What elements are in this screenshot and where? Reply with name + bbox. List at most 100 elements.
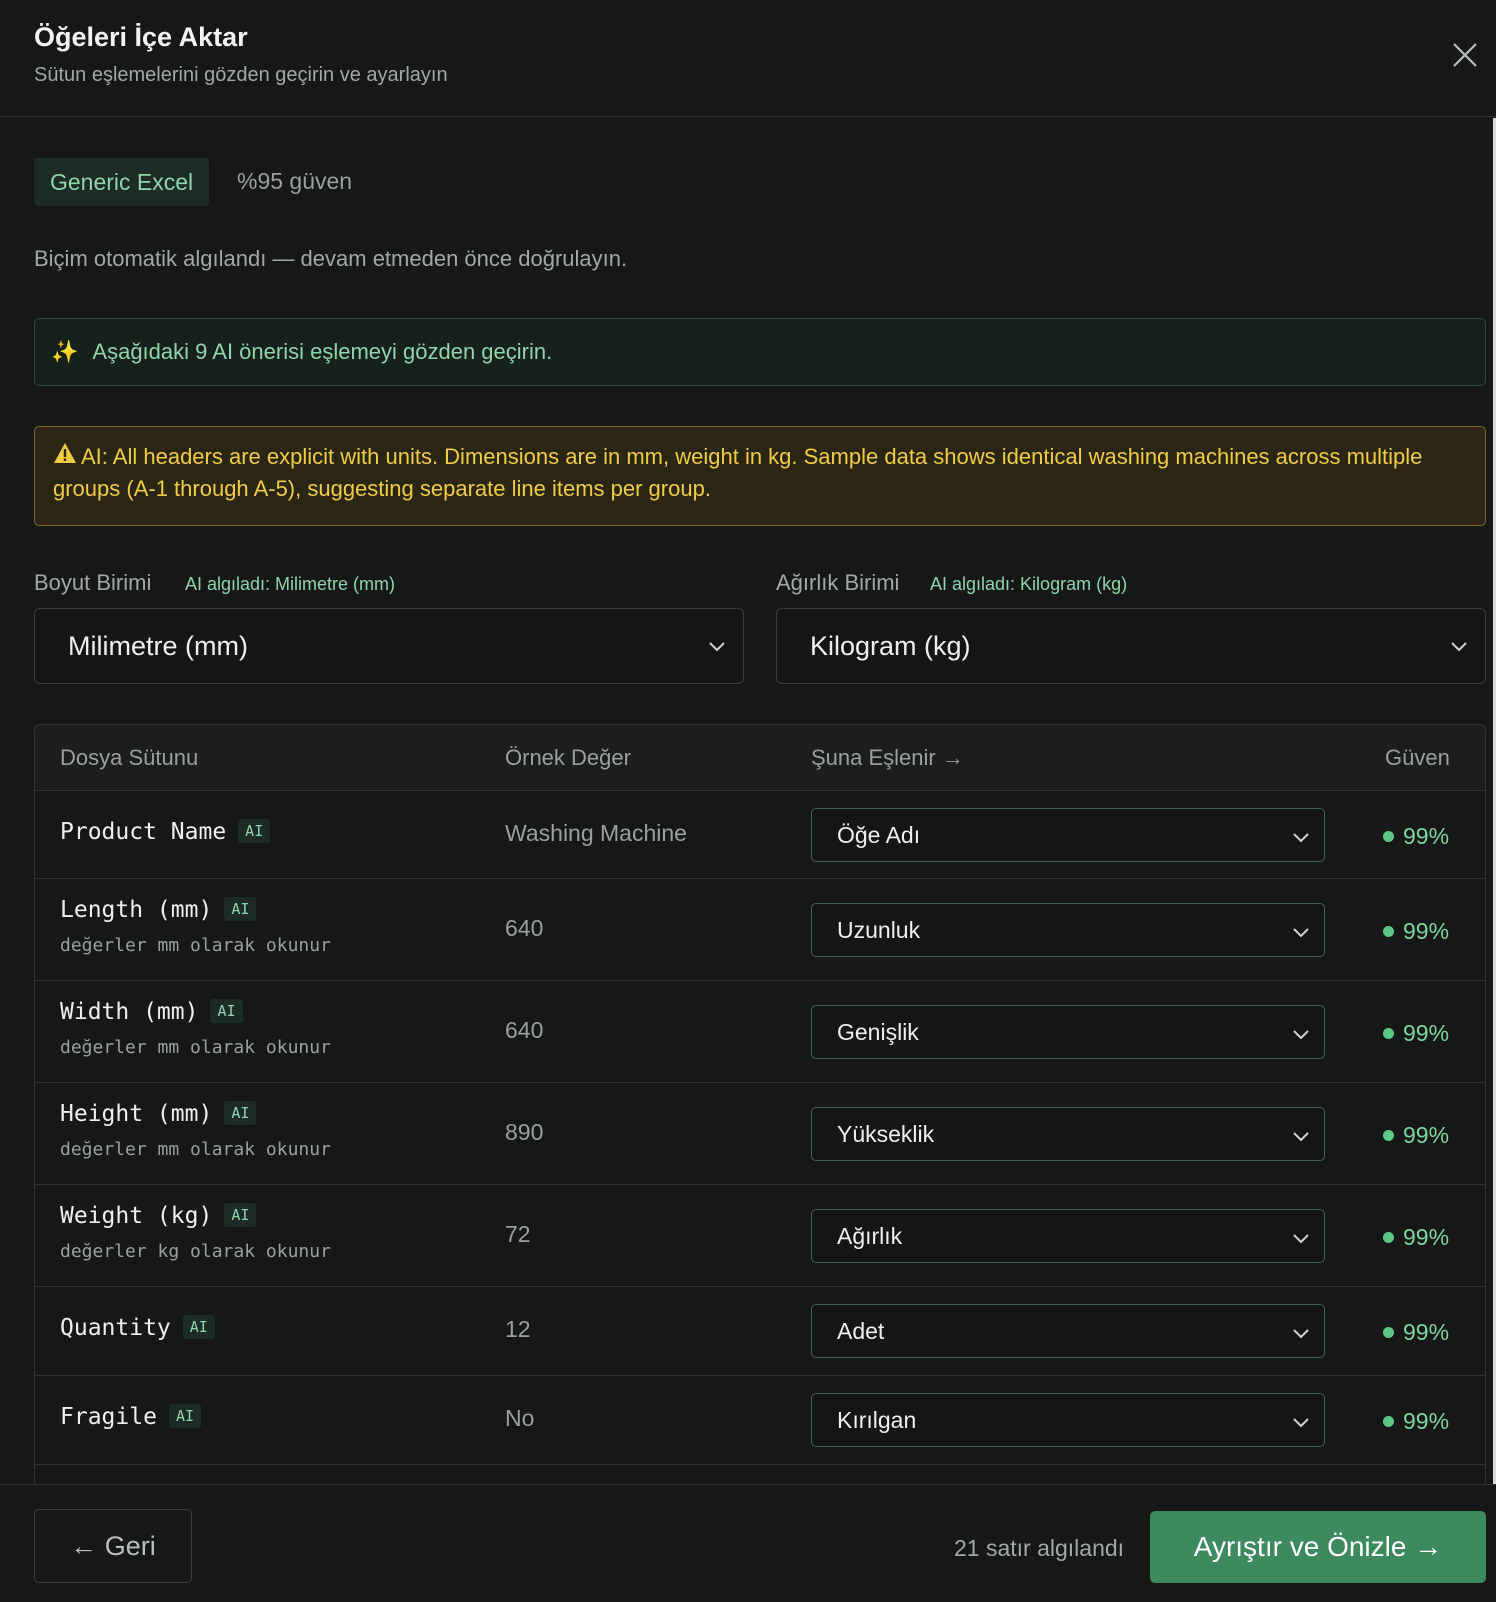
chevron-down-icon (709, 642, 725, 652)
sample-value: 640 (505, 1017, 544, 1043)
mapping-select[interactable]: Genişlik (811, 1005, 1325, 1059)
header-maps-to: Şuna Eşlenir → (811, 745, 964, 770)
chevron-down-icon (1293, 1132, 1309, 1142)
column-unit-note: değerler mm olarak okunur (60, 1139, 331, 1160)
sample-value: Washing Machine (505, 820, 687, 846)
file-column-name: Length (mm) AI (60, 897, 257, 923)
column-unit-note: değerler mm olarak okunur (60, 935, 331, 956)
table-row: Fragile AI No Kırılgan 99% (35, 1376, 1485, 1465)
ai-warning-banner: AI: All headers are explicit with units.… (34, 426, 1486, 526)
mapping-table: Dosya Sütunu Örnek Değer Şuna Eşlenir → … (34, 724, 1486, 1484)
warning-icon (54, 443, 76, 463)
sample-value: 640 (505, 915, 544, 941)
mapping-select[interactable]: Yükseklik (811, 1107, 1325, 1161)
mapping-value: Kırılgan (837, 1406, 917, 1433)
mapping-value: Ağırlık (837, 1222, 903, 1249)
file-column-name: Product Name AI (60, 819, 271, 845)
header-confidence: Güven (1385, 745, 1450, 770)
chevron-down-icon (1293, 1418, 1309, 1428)
ai-tag: AI (224, 897, 257, 921)
ai-tag: AI (224, 1101, 257, 1125)
table-row: Width (mm) AI değerler mm olarak okunur 6… (35, 981, 1485, 1083)
table-row: Quantity AI 12 Adet 99% (35, 1287, 1485, 1376)
confidence-badge: 99% (1383, 1020, 1449, 1047)
weight-unit-value: Kilogram (kg) (810, 630, 971, 661)
column-unit-note: değerler kg olarak okunur (60, 1241, 331, 1262)
dialog-header: Öğeleri İçe Aktar Sütun eşlemelerini göz… (0, 0, 1496, 117)
ai-banner-text: Aşağıdaki 9 AI önerisi eşlemeyi gözden g… (92, 339, 553, 364)
mapping-select[interactable]: Öğe Adı (811, 808, 1325, 862)
dimension-unit-value: Milimetre (mm) (68, 630, 248, 661)
format-confidence: %95 güven (237, 168, 353, 194)
header-sample: Örnek Değer (505, 745, 631, 770)
ai-tag: AI (210, 999, 243, 1023)
back-button[interactable]: ← Geri (34, 1509, 192, 1583)
dialog-body[interactable]: Generic Excel %95 güven Biçim otomatik a… (0, 118, 1496, 1484)
confidence-dot-icon (1383, 926, 1394, 937)
file-column-name: Quantity AI (60, 1315, 215, 1341)
mapping-select[interactable]: Adet (811, 1304, 1325, 1358)
ai-tag: AI (224, 1203, 257, 1227)
dimension-unit-hint: AI algıladı: Milimetre (mm) (185, 574, 396, 594)
mapping-value: Uzunluk (837, 916, 921, 943)
close-button[interactable] (1448, 38, 1482, 72)
dimension-unit-label: Boyut Birimi (34, 570, 152, 595)
chevron-down-icon (1293, 1329, 1309, 1339)
chevron-down-icon (1293, 1030, 1309, 1040)
mapping-value: Adet (837, 1317, 885, 1344)
confidence-badge: 99% (1383, 918, 1449, 945)
rows-detected-count: 21 satır algılandı (954, 1535, 1125, 1561)
sparkle-icon: ✨ (51, 339, 79, 364)
sample-value: No (505, 1405, 535, 1431)
mapping-select[interactable]: Ağırlık (811, 1209, 1325, 1263)
format-badge: Generic Excel (34, 158, 210, 206)
file-column-name: Height (mm) AI (60, 1101, 257, 1127)
file-column-name: Width (mm) AI (60, 999, 243, 1025)
file-column-name: Weight (kg) AI (60, 1203, 257, 1229)
mapping-value: Öğe Adı (837, 821, 921, 848)
chevron-down-icon (1293, 928, 1309, 938)
dialog-footer: ← Geri 21 satır algılandı Ayrıştır ve Ön… (0, 1484, 1496, 1602)
table-row: Length (mm) AI değerler mm olarak okunur … (35, 879, 1485, 981)
mapping-value: Yükseklik (837, 1120, 935, 1147)
ai-tag: AI (168, 1404, 201, 1428)
sample-value: 890 (505, 1119, 544, 1145)
table-row: Height (mm) AI değerler mm olarak okunur … (35, 1083, 1485, 1185)
dialog-subtitle: Sütun eşlemelerini gözden geçirin ve aya… (34, 64, 448, 86)
chevron-down-icon (1451, 642, 1467, 652)
dimension-unit-select[interactable]: Milimetre (mm) (34, 608, 744, 684)
weight-unit-label: Ağırlık Birimi (776, 570, 900, 595)
sample-value: 72 (505, 1221, 531, 1247)
confidence-dot-icon (1383, 1416, 1394, 1427)
confidence-dot-icon (1383, 1232, 1394, 1243)
confidence-badge: 99% (1383, 1319, 1449, 1346)
close-icon (1453, 43, 1477, 67)
confidence-dot-icon (1383, 1028, 1394, 1039)
warning-text: AI: All headers are explicit with units.… (53, 444, 1423, 501)
chevron-down-icon (1293, 833, 1309, 843)
weight-unit-hint: AI algıladı: Kilogram (kg) (930, 574, 1128, 594)
mapping-select[interactable]: Uzunluk (811, 903, 1325, 957)
ai-tag: AI (182, 1315, 215, 1339)
chevron-down-icon (1293, 1234, 1309, 1244)
table-header: Dosya Sütunu Örnek Değer Şuna Eşlenir → … (35, 725, 1485, 791)
mapping-value: Genişlik (837, 1018, 919, 1045)
confidence-dot-icon (1383, 1130, 1394, 1141)
format-note: Biçim otomatik algılandı — devam etmeden… (34, 246, 628, 271)
table-row: Product Name AI Washing Machine Öğe Adı 9… (35, 791, 1485, 879)
mapping-select[interactable]: Kırılgan (811, 1393, 1325, 1447)
confidence-badge: 99% (1383, 1224, 1449, 1251)
ai-tag: AI (238, 819, 271, 843)
column-unit-note: değerler mm olarak okunur (60, 1037, 331, 1058)
confidence-badge: 99% (1383, 1408, 1449, 1435)
parse-and-preview-button[interactable]: Ayrıştır ve Önizle → (1150, 1511, 1486, 1583)
dialog-title: Öğeleri İçe Aktar (34, 22, 248, 52)
confidence-badge: 99% (1383, 1122, 1449, 1149)
table-row: Weight (kg) AI değerler kg olarak okunur … (35, 1185, 1485, 1287)
file-column-name: Fragile AI (60, 1404, 201, 1430)
weight-unit-select[interactable]: Kilogram (kg) (776, 608, 1486, 684)
sample-value: 12 (505, 1316, 531, 1342)
confidence-badge: 99% (1383, 823, 1449, 850)
confidence-dot-icon (1383, 831, 1394, 842)
ai-suggestions-banner: ✨ Aşağıdaki 9 AI önerisi eşlemeyi gözden… (34, 318, 1486, 386)
